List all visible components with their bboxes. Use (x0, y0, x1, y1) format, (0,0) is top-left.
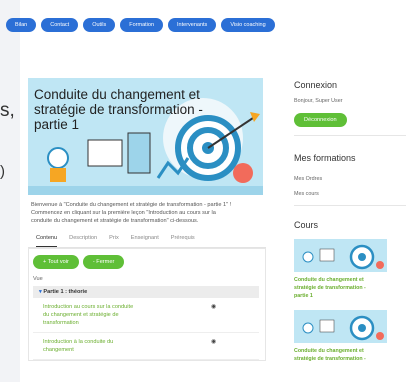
nav-intervenants[interactable]: Intervenants (168, 18, 217, 32)
logout-button[interactable]: Déconnexion (294, 113, 347, 127)
mes-ordres-link[interactable]: Mes Ordres (294, 176, 406, 182)
lesson-title-line: du changement et stratégie de (43, 312, 119, 318)
expand-collapse-buttons: + Tout voir - Fermer (33, 255, 259, 269)
lesson-row[interactable]: Introduction à la conduite du changement… (33, 333, 259, 360)
expand-all-button[interactable]: + Tout voir (33, 255, 79, 269)
course-link-line: Conduite du changement et (294, 277, 364, 283)
connexion-title: Connexion (294, 80, 338, 90)
course-tabs: Contenu Description Prix Enseignant Prér… (28, 235, 266, 248)
course-content-panel: + Tout voir - Fermer Vue ▾ Partie 1 : th… (28, 248, 266, 361)
tab-contenu[interactable]: Contenu (36, 235, 58, 247)
eye-icon: ◉ (211, 304, 217, 310)
course-title-line: partie 1 (34, 117, 80, 132)
thumbnail-illustration (294, 310, 387, 343)
collapse-all-button[interactable]: - Fermer (82, 255, 125, 269)
lesson-title-line: Introduction à la conduite du (43, 339, 114, 345)
view-label: Vue (33, 276, 43, 282)
nav-visio-coaching[interactable]: Visio coaching (221, 18, 275, 32)
nav-bilan[interactable]: Bilan (6, 18, 37, 32)
course-link[interactable]: Conduite du changement et stratégie de t… (294, 276, 406, 300)
left-edge-fragment: s, (0, 100, 15, 121)
tab-enseignant[interactable]: Enseignant (131, 235, 159, 247)
course-description-line: conduite du changement et stratégie de t… (31, 218, 199, 224)
main-nav: Bilan Contact Outils Formation Intervena… (6, 18, 275, 32)
course-link-line: stratégie de transformation - (294, 285, 366, 291)
course-description: Bienvenue à "Conduite du changement et s… (28, 201, 266, 225)
sidebar: Connexion Bonjour, Super User Déconnexio… (294, 80, 406, 363)
caret-down-icon: ▾ (39, 289, 42, 295)
course-link-line: stratégie de transformation - (294, 356, 366, 362)
course-thumbnail[interactable] (294, 310, 387, 343)
course-link[interactable]: Conduite du changement et stratégie de t… (294, 347, 406, 363)
course-link-line: Conduite du changement et (294, 348, 364, 354)
mes-cours-link[interactable]: Mes cours (294, 191, 406, 197)
cours-title: Cours (294, 220, 319, 230)
nav-outils[interactable]: Outils (83, 18, 116, 32)
lesson-title-line: Introduction au cours sur la conduite (43, 304, 134, 310)
course-thumbnail[interactable] (294, 239, 387, 272)
course-link-line: partie 1 (294, 293, 313, 299)
thumbnail-illustration (294, 239, 387, 272)
course-hero-image: Conduite du changement et stratégie de t… (28, 78, 263, 195)
tab-prerequis[interactable]: Prérequis (171, 235, 195, 247)
course-title: Conduite du changement et stratégie de t… (34, 87, 224, 132)
course-main: Conduite du changement et stratégie de t… (28, 78, 266, 361)
mes-formations-title: Mes formations (294, 153, 356, 163)
section-title: Partie 1 : théorie (43, 289, 88, 295)
eye-icon: ◉ (211, 339, 217, 345)
lesson-link[interactable]: Introduction à la conduite du changement (43, 338, 147, 354)
lesson-row[interactable]: Introduction au cours sur la conduite du… (33, 298, 259, 333)
welcome-text: Bonjour, Super User (294, 98, 343, 104)
course-title-line: Conduite du changement et (34, 87, 200, 102)
lesson-title-line: transformation (43, 320, 79, 326)
course-description-line: Commencez en cliquant sur la première le… (31, 210, 216, 216)
tab-prix[interactable]: Prix (109, 235, 119, 247)
tab-description[interactable]: Description (69, 235, 97, 247)
lesson-title-line: changement (43, 347, 74, 353)
course-description-line: Bienvenue à "Conduite du changement et s… (31, 202, 232, 208)
nav-formation[interactable]: Formation (120, 18, 164, 32)
left-edge-fragment: ) (0, 163, 5, 180)
nav-contact[interactable]: Contact (41, 18, 79, 32)
course-title-line: stratégie de transformation - (34, 102, 203, 117)
section-header[interactable]: ▾ Partie 1 : théorie (33, 286, 259, 298)
lesson-link[interactable]: Introduction au cours sur la conduite du… (43, 303, 147, 327)
